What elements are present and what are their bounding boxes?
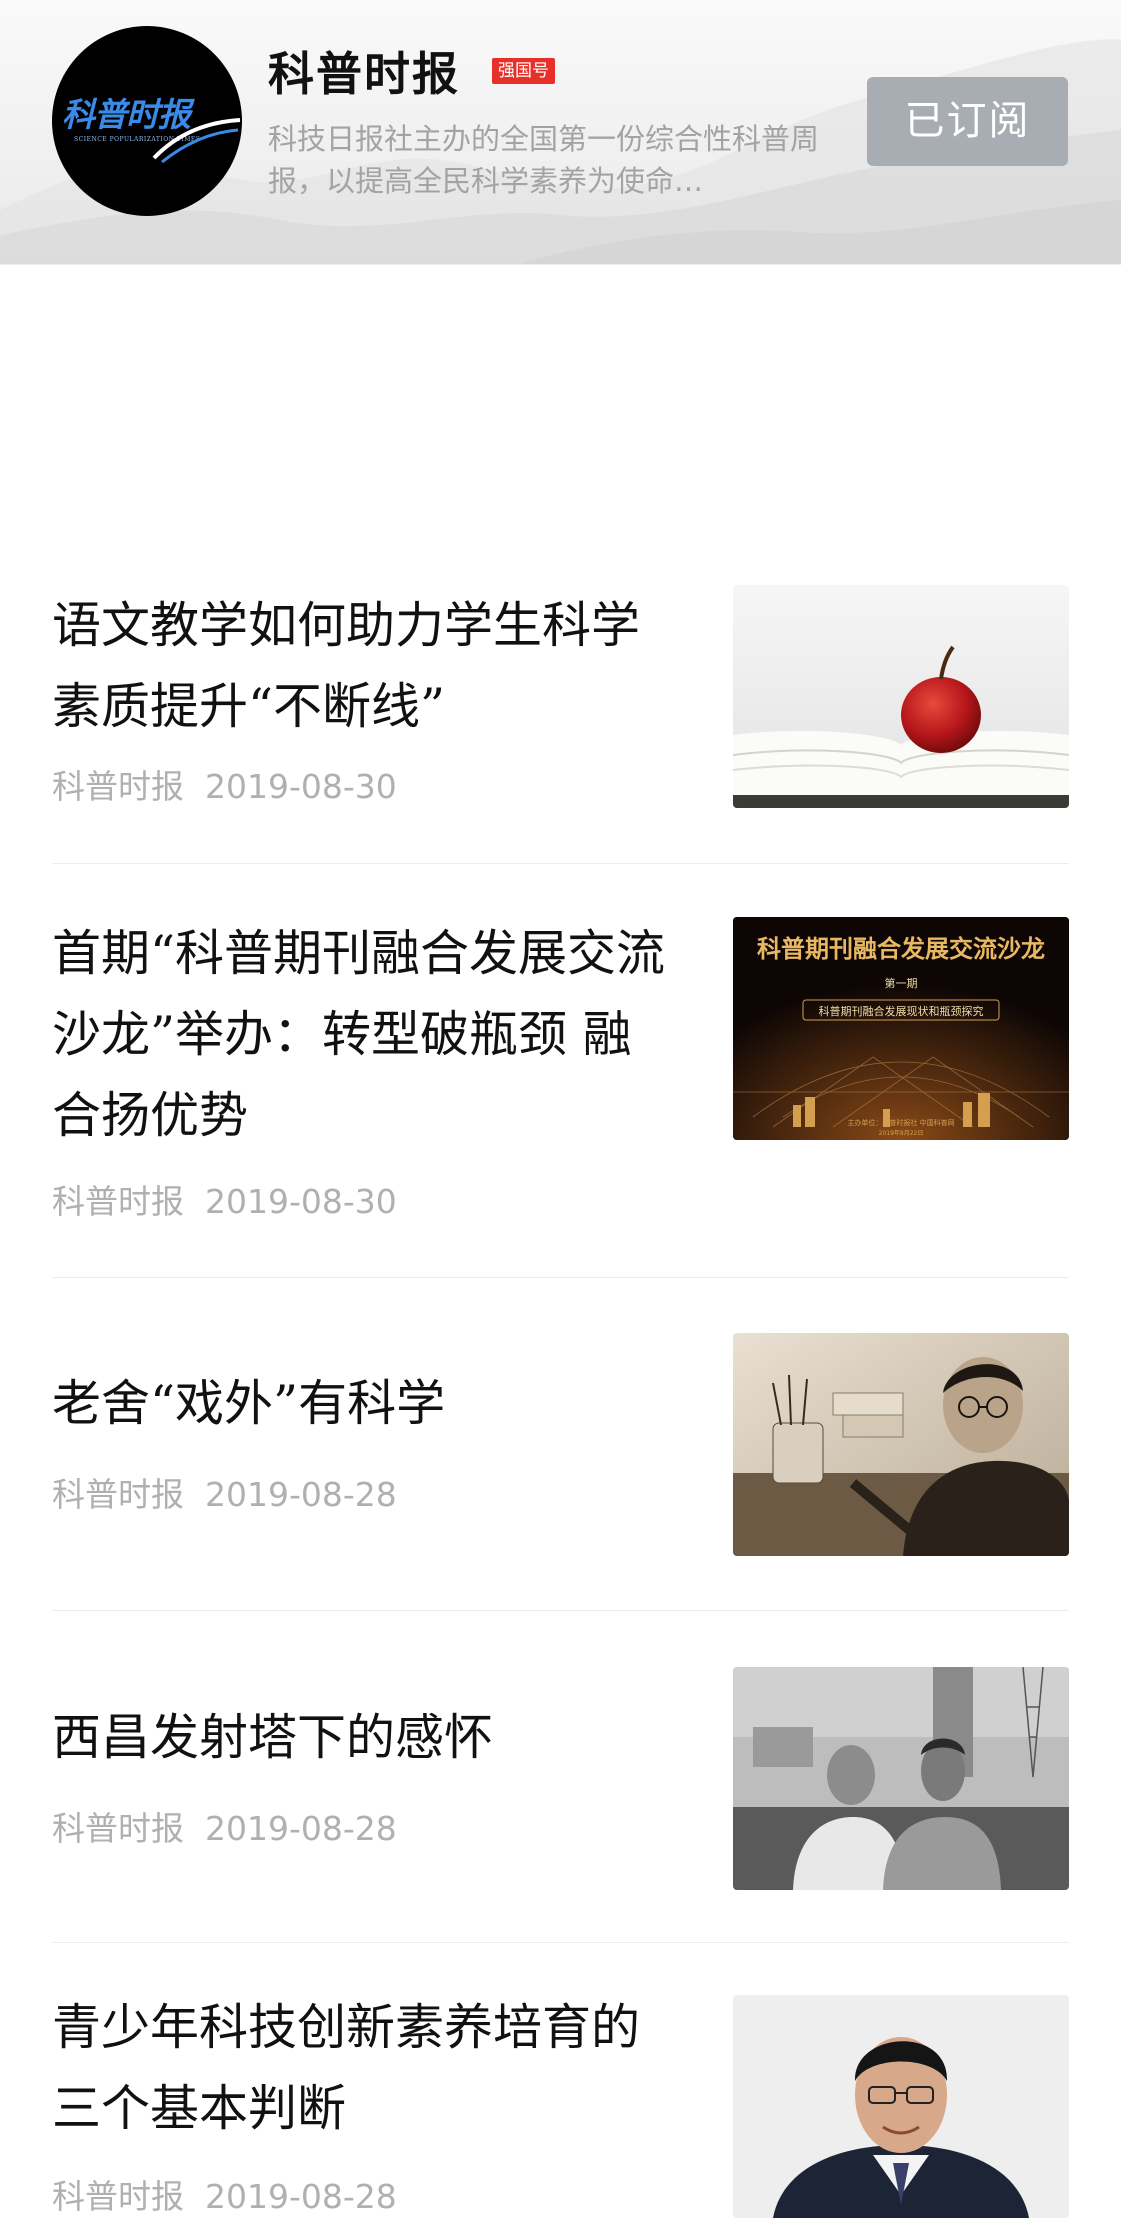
swoosh-icon — [152, 118, 241, 164]
two-men-photo[interactable] — [733, 1667, 1069, 1890]
article-date: 2019-08-30 — [204, 767, 397, 806]
article-title[interactable]: 青少年科技创新素养培育的三个基本判断 — [52, 1987, 672, 2149]
account-header: 科普时报 SCIENCE POPULARIZATION TIMES 科普时报 强… — [0, 0, 1121, 265]
article-item[interactable]: 老舍“戏外”有科学 科普时报 2019-08-28 — [52, 1333, 1069, 1563]
poster-title: 科普期刊融合发展交流沙龙 — [757, 935, 1045, 963]
qiangguo-badge: 强国号 — [492, 58, 555, 84]
article-date: 2019-08-28 — [204, 1809, 397, 1848]
article-meta: 科普时报 2019-08-30 — [52, 1175, 397, 1223]
subscribed-button[interactable]: 已订阅 — [867, 77, 1068, 166]
article-item[interactable]: 首期“科普期刊融合发展交流沙龙”举办：转型破瓶颈 融合扬优势 科普时报 2019… — [52, 913, 1069, 1221]
poster-date: 2019年8月22日 — [879, 1129, 924, 1137]
man-writing-photo[interactable] — [733, 1333, 1069, 1556]
article-item[interactable]: 语文教学如何助力学生科学素质提升“不断线” 科普时报 2019-08-30 — [52, 585, 1069, 825]
article-title[interactable]: 西昌发射塔下的感怀 — [52, 1697, 672, 1778]
divider — [52, 1942, 1069, 1943]
article-meta: 科普时报 2019-08-28 — [52, 1468, 397, 1516]
article-source: 科普时报 — [52, 1809, 184, 1848]
article-meta: 科普时报 2019-08-28 — [52, 2170, 397, 2218]
article-title[interactable]: 首期“科普期刊融合发展交流沙龙”举办：转型破瓶颈 融合扬优势 — [52, 913, 672, 1156]
article-title[interactable]: 语文教学如何助力学生科学素质提升“不断线” — [52, 585, 672, 747]
salon-poster-image[interactable]: 科普期刊融合发展交流沙龙 第一期 科普期刊融合发展现状和瓶颈探究 主办单位：科普… — [733, 917, 1069, 1140]
poster-issue: 第一期 — [885, 976, 918, 990]
article-date: 2019-08-28 — [204, 2177, 397, 2216]
article-source: 科普时报 — [52, 1182, 184, 1221]
article-source: 科普时报 — [52, 2177, 184, 2216]
account-logo[interactable]: 科普时报 SCIENCE POPULARIZATION TIMES — [52, 26, 242, 216]
article-date: 2019-08-28 — [204, 1475, 397, 1514]
portrait-photo[interactable] — [733, 1995, 1069, 2218]
divider — [52, 1277, 1069, 1278]
article-meta: 科普时报 2019-08-30 — [52, 760, 397, 808]
poster-subtitle: 科普期刊融合发展现状和瓶颈探究 — [819, 1004, 984, 1018]
article-source: 科普时报 — [52, 1475, 184, 1514]
article-date: 2019-08-30 — [204, 1182, 397, 1221]
article-title[interactable]: 老舍“戏外”有科学 — [52, 1363, 672, 1444]
account-description: 科技日报社主办的全国第一份综合性科普周报，以提高全民科学素养为使命… — [268, 122, 820, 198]
article-source: 科普时报 — [52, 767, 184, 806]
apple-on-book-image[interactable] — [733, 585, 1069, 808]
account-name: 科普时报 — [268, 47, 460, 101]
poster-organizer: 主办单位：科普时报社 中国科普网 — [847, 1118, 954, 1127]
article-item[interactable]: 青少年科技创新素养培育的三个基本判断 科普时报 2019-08-28 — [52, 1987, 1069, 2218]
divider — [52, 863, 1069, 864]
article-meta: 科普时报 2019-08-28 — [52, 1802, 397, 1850]
article-item[interactable]: 西昌发射塔下的感怀 科普时报 2019-08-28 — [52, 1667, 1069, 1897]
divider — [52, 1610, 1069, 1611]
